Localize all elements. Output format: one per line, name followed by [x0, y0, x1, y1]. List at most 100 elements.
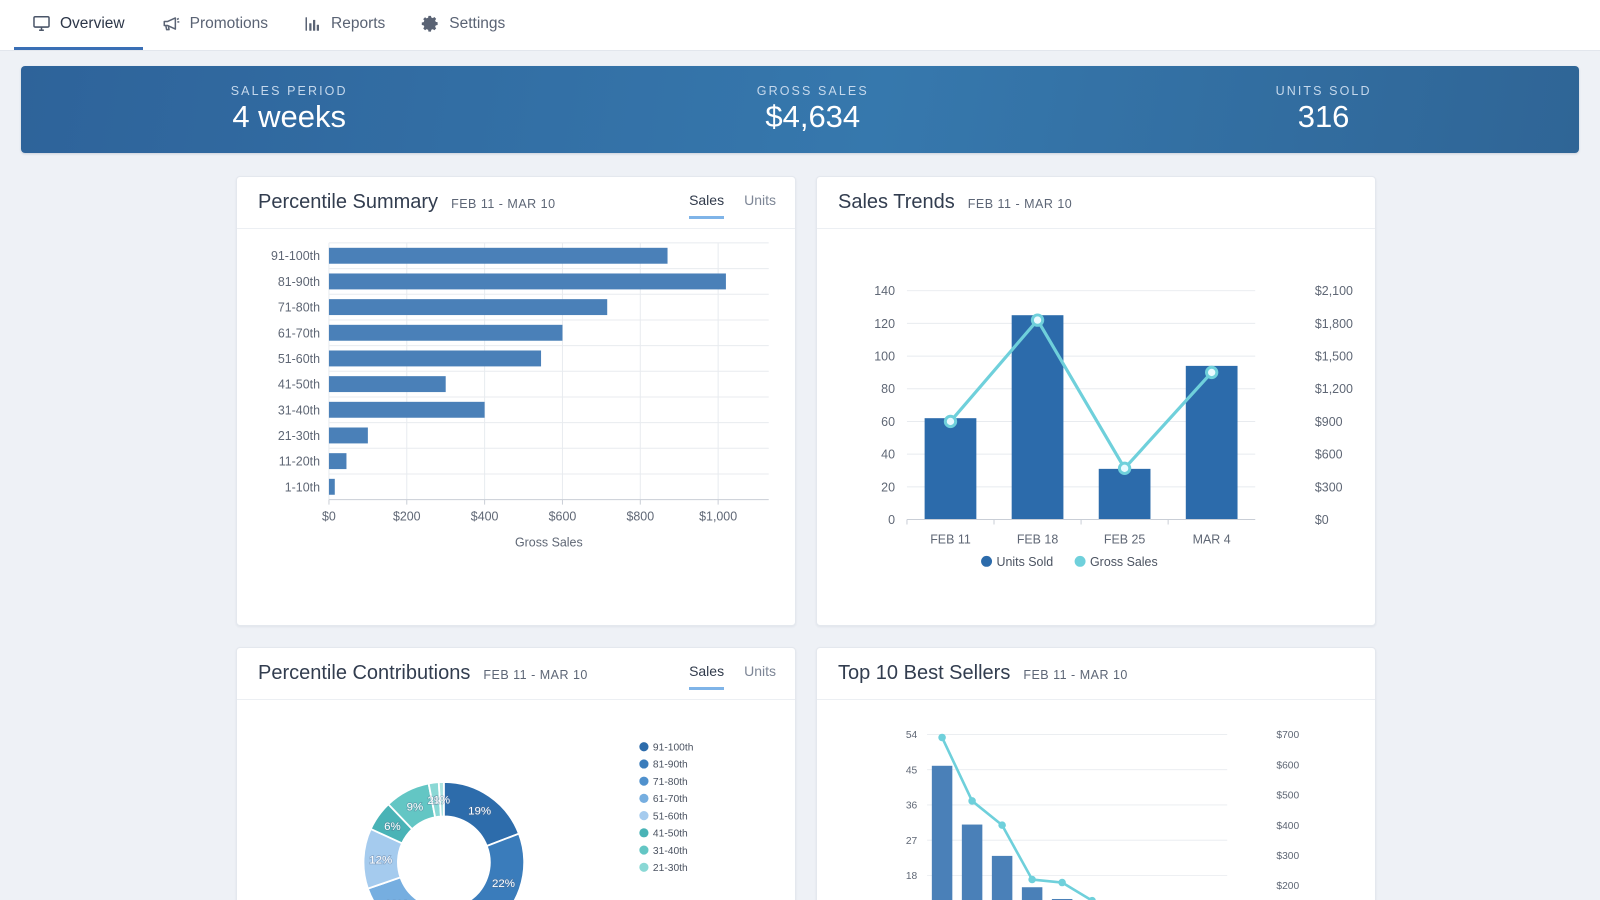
toggle-units[interactable]: Units [744, 663, 776, 690]
left-axis-tick-label: 60 [881, 415, 895, 429]
bar[interactable] [328, 350, 542, 367]
left-axis-tick-label: 20 [881, 480, 895, 494]
donut-slice-label: 12% [369, 854, 392, 866]
kpi-value: $4,634 [765, 99, 861, 135]
kpi-gross-sales: GROSS SALES $4,634 [557, 84, 1068, 134]
donut-legend: 91-100th 81-90th 71-80th 61-70th 51-60th 41-5… [639, 742, 694, 874]
x-tick-label: FEB 25 [1104, 532, 1146, 546]
kpi-sales-period: SALES PERIOD 4 weeks [21, 84, 557, 134]
bar[interactable] [328, 299, 608, 316]
top-sellers-chart: 18 27 36 45 54 $200 $300 $400 $500 $600 $700 [906, 730, 1300, 900]
x-tick-label: $0 [322, 510, 336, 524]
right-axis-tick-label: $500 [1276, 791, 1299, 802]
line-data-point[interactable] [1058, 878, 1066, 887]
bar-category-label: 81-90th [278, 275, 320, 289]
card-title: Percentile Summary [258, 191, 439, 213]
right-axis-tick-label: $1,200 [1315, 382, 1353, 396]
legend-label: Units Sold [997, 555, 1054, 569]
left-axis-tick-label: 0 [888, 513, 895, 527]
card-title: Top 10 Best Sellers [838, 662, 1011, 684]
card-body: 0 $0 20 $300 40 $600 60 $900 80 $1,200 100 $1,500 12… [817, 229, 1375, 625]
x-axis-title: Gross Sales [515, 535, 583, 549]
nav-tab-settings[interactable]: Settings [403, 0, 523, 50]
bar[interactable] [328, 273, 726, 290]
toggle-units[interactable]: Units [744, 192, 776, 219]
nav-tab-promotions[interactable]: Promotions [143, 0, 286, 50]
card-sales-trends: Sales Trends FEB 11 - MAR 10 0 $0 20 $300 40… [816, 176, 1376, 626]
bar[interactable] [328, 376, 446, 393]
bar[interactable] [328, 427, 368, 444]
bar[interactable] [1011, 315, 1064, 520]
bar[interactable] [1021, 887, 1043, 900]
line-data-point[interactable] [998, 821, 1006, 829]
line-data-point[interactable] [1028, 875, 1036, 884]
left-axis-tick-label: 120 [874, 317, 895, 331]
left-axis-tick-label: 27 [906, 836, 918, 847]
nav-tab-reports[interactable]: Reports [286, 0, 403, 50]
kpi-value: 4 weeks [232, 99, 347, 135]
card-title: Sales Trends [838, 191, 955, 213]
bar[interactable] [328, 324, 563, 341]
x-tick-label: $200 [393, 510, 421, 524]
bar-category-label: 1-10th [285, 480, 320, 494]
nav-tab-label: Settings [449, 14, 506, 32]
donut-slice-label: 19% [468, 805, 491, 817]
line-data-point[interactable] [968, 797, 976, 805]
top-navbar: Overview Promotions Reports Settings [0, 0, 1600, 51]
donut-slice-label: 6% [384, 821, 401, 833]
megaphone-icon [161, 14, 181, 33]
x-tick-label: FEB 11 [930, 532, 971, 546]
donut-slice-label: 1% [434, 794, 451, 806]
bar[interactable] [328, 453, 347, 470]
legend-swatch [639, 793, 649, 803]
legend-label: 91-100th [653, 742, 694, 753]
left-axis-tick-label: 100 [874, 350, 895, 364]
nav-tab-overview[interactable]: Overview [14, 0, 143, 50]
bar[interactable] [1185, 365, 1238, 520]
bar[interactable] [328, 401, 485, 418]
card-percentile-contributions: Percentile Contributions FEB 11 - MAR 10… [236, 647, 796, 900]
trend-line [949, 318, 1213, 470]
x-tick-label: $600 [549, 510, 577, 524]
right-axis-tick-label: $400 [1276, 821, 1299, 832]
legend-label: 31-40th [653, 846, 688, 857]
bar-category-label: 71-80th [278, 301, 320, 315]
right-axis-tick-label: $900 [1315, 415, 1343, 429]
bar[interactable] [328, 247, 668, 264]
bar[interactable] [961, 824, 983, 900]
right-axis-tick-label: $1,500 [1315, 350, 1353, 364]
legend-label: 41-50th [653, 829, 688, 840]
line-data-point[interactable] [938, 733, 946, 742]
bar[interactable] [991, 855, 1013, 900]
bar[interactable] [1098, 468, 1151, 520]
line-data-point[interactable] [1117, 461, 1132, 475]
card-date-range: FEB 11 - MAR 10 [451, 197, 556, 211]
legend-label: 81-90th [653, 760, 688, 771]
card-date-range: FEB 11 - MAR 10 [967, 197, 1073, 211]
legend-swatch [639, 759, 649, 769]
bar-category-label: 41-50th [278, 378, 320, 392]
bar-category-label: 61-70th [278, 326, 320, 340]
card-header: Sales Trends FEB 11 - MAR 10 [817, 177, 1375, 229]
bar[interactable] [931, 765, 953, 900]
dashboard-grid: Percentile Summary FEB 11 - MAR 10 Sales… [0, 153, 1600, 900]
nav-tab-label: Reports [331, 14, 386, 32]
line-data-point[interactable] [943, 414, 958, 429]
bar[interactable] [328, 478, 335, 495]
card-header: Percentile Summary FEB 11 - MAR 10 Sales… [237, 177, 795, 229]
right-axis-tick-label: $300 [1315, 480, 1343, 494]
right-axis-tick-label: $1,800 [1315, 317, 1353, 331]
monitor-icon [32, 14, 51, 33]
x-tick-label: $800 [626, 510, 654, 524]
gear-icon [421, 14, 440, 33]
bar-category-label: 91-100th [271, 249, 320, 263]
percentile-contributions-chart: 19%22%16%12%12%6%9%2%1%91-100th81-90th71… [362, 742, 694, 900]
bar[interactable] [924, 418, 977, 520]
right-axis-tick-label: $300 [1276, 851, 1299, 862]
line-data-point[interactable] [1030, 313, 1045, 327]
left-axis-tick-label: 40 [881, 448, 895, 462]
kpi-label: SALES PERIOD [230, 84, 348, 99]
line-data-point[interactable] [1204, 365, 1219, 380]
toggle-sales[interactable]: Sales [689, 192, 725, 219]
toggle-sales[interactable]: Sales [689, 663, 725, 690]
